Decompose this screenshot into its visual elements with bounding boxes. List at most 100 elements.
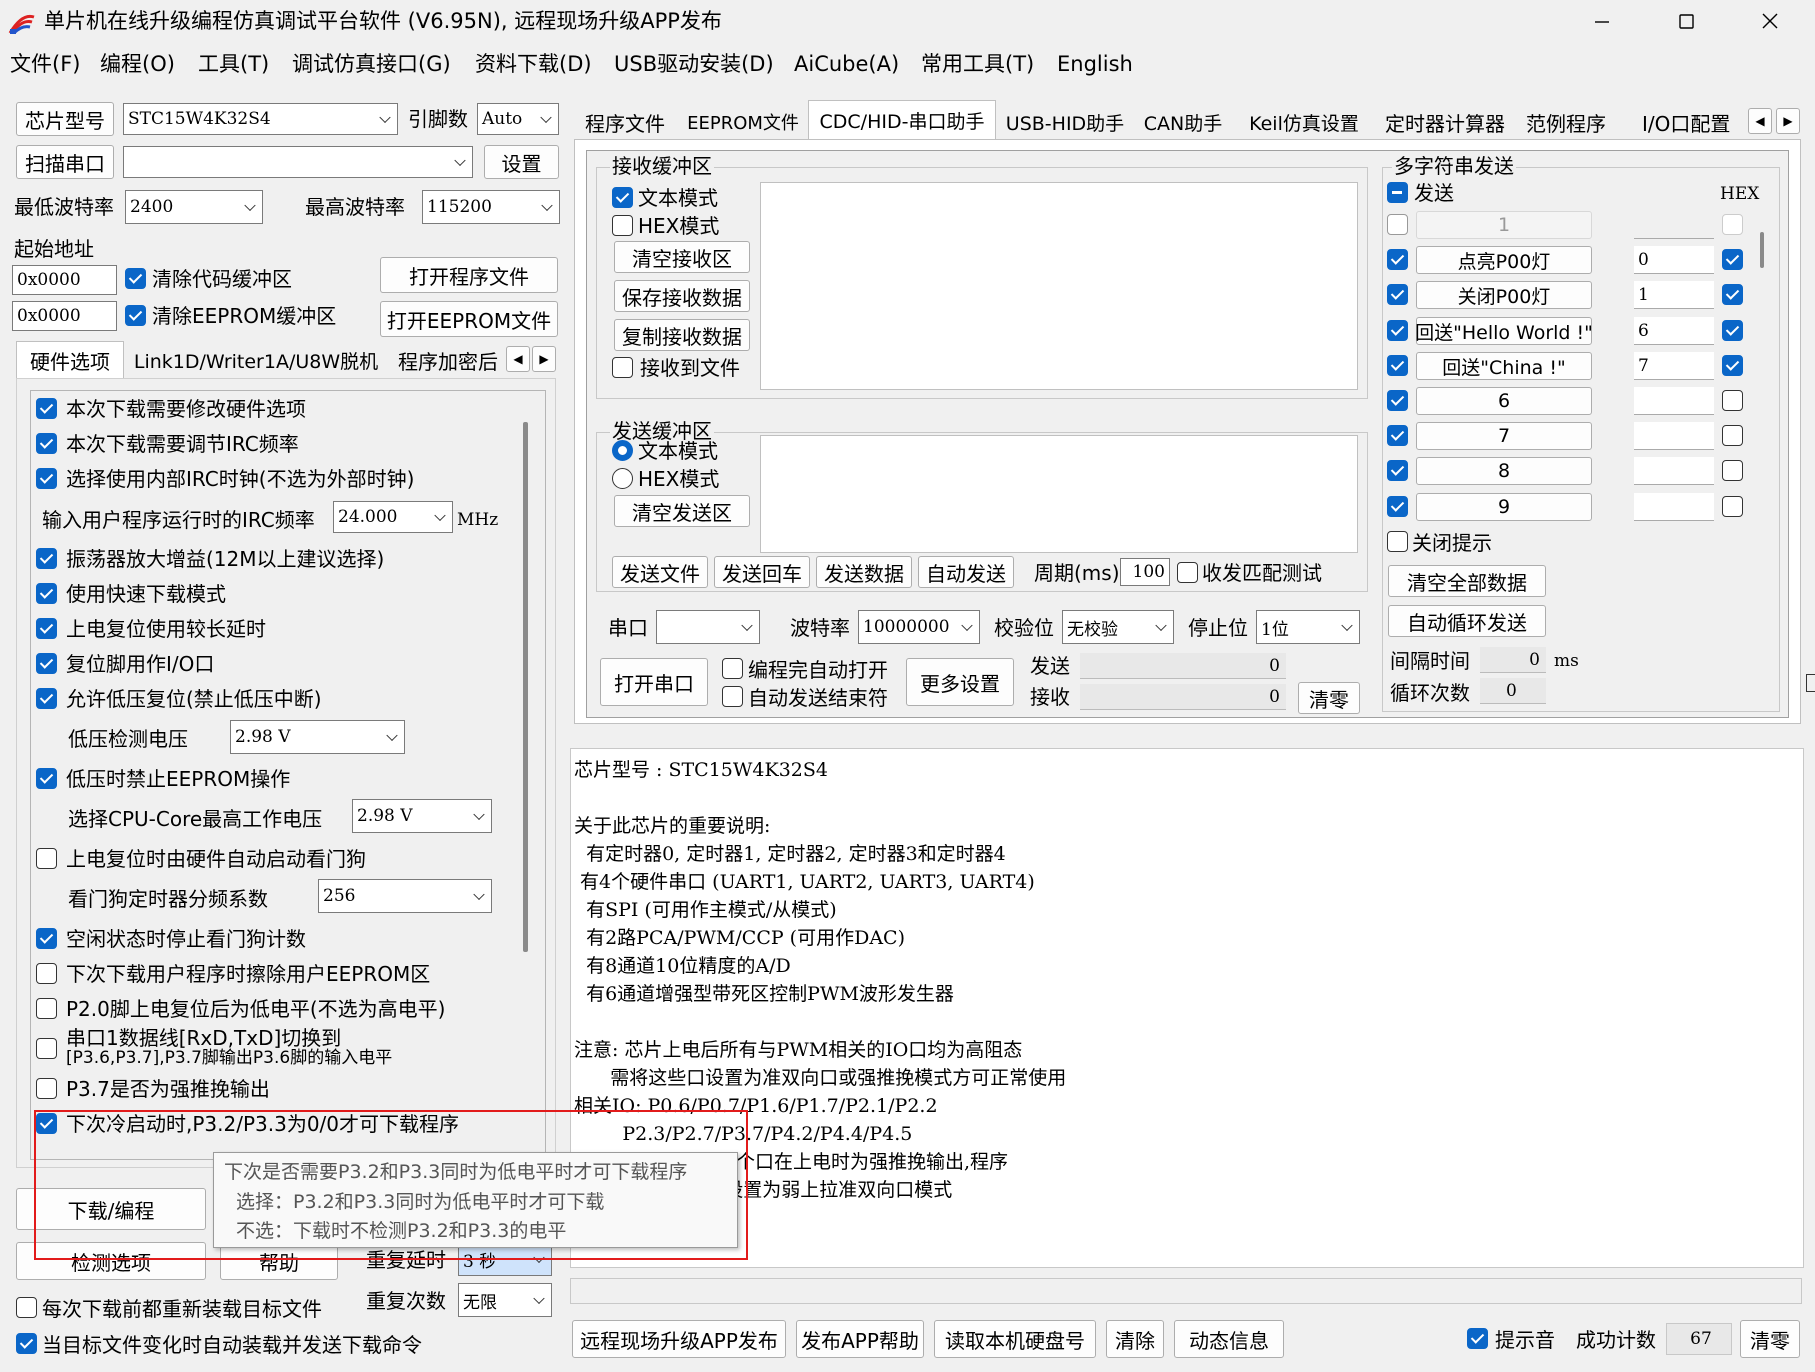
dynamic-info-button[interactable]: 动态信息 <box>1174 1320 1284 1358</box>
clear-eeprom-checkbox[interactable] <box>125 305 146 326</box>
multi-send-value-input[interactable] <box>1634 211 1714 239</box>
multi-send-button[interactable]: 7 <box>1416 422 1592 450</box>
open-port-button[interactable]: 打开串口 <box>600 658 708 706</box>
menu-common-tools[interactable]: 常用工具(T) <box>921 54 1034 75</box>
multi-send-checkbox[interactable] <box>1387 355 1408 376</box>
send-data-button[interactable]: 发送数据 <box>816 556 912 588</box>
multi-send-checkbox[interactable] <box>1387 390 1408 411</box>
open-program-file-button[interactable]: 打开程序文件 <box>380 257 558 293</box>
loop-count-field[interactable]: 0 <box>1480 678 1546 704</box>
baud-select[interactable]: 10000000 <box>858 610 980 644</box>
tab-timer-calc[interactable]: 定时器计算器 <box>1376 104 1514 140</box>
option-checkbox[interactable] <box>36 848 57 869</box>
auto-reload-checkbox[interactable] <box>16 1333 37 1354</box>
option-checkbox[interactable] <box>36 998 57 1019</box>
menu-debug[interactable]: 调试仿真接口(G) <box>292 54 451 75</box>
multi-hex-checkbox[interactable] <box>1722 425 1743 446</box>
auto-open-checkbox[interactable] <box>722 658 743 679</box>
multi-hex-checkbox[interactable] <box>1722 355 1743 376</box>
option-checkbox[interactable] <box>36 583 57 604</box>
stop-bits-select[interactable]: 1位 <box>1256 610 1360 644</box>
recv-hex-mode-checkbox[interactable] <box>612 215 633 236</box>
multi-hex-checkbox[interactable] <box>1722 496 1743 517</box>
clear-send-button[interactable]: 清空发送区 <box>614 495 750 527</box>
menu-usb-driver[interactable]: USB驱动安装(D) <box>614 54 774 75</box>
clear-receive-button[interactable]: 清空接收区 <box>614 241 750 273</box>
maximize-icon[interactable] <box>1677 12 1697 32</box>
clear-counts-button[interactable]: 清零 <box>1298 682 1360 714</box>
open-eeprom-file-button[interactable]: 打开EEPROM文件 <box>380 301 558 337</box>
settings-button[interactable]: 设置 <box>484 145 559 179</box>
multi-send-value-input[interactable]: 6 <box>1634 317 1714 345</box>
chip-type-button[interactable]: 芯片型号 <box>16 102 114 136</box>
multi-send-button[interactable]: 6 <box>1416 387 1592 415</box>
option-checkbox[interactable] <box>36 548 57 569</box>
option-checkbox[interactable] <box>36 768 57 789</box>
splitter-handle[interactable] <box>1806 674 1815 692</box>
multi-send-checkbox[interactable] <box>1387 214 1408 235</box>
tab-scroll-right-button[interactable]: ▶ <box>1776 108 1800 134</box>
send-cr-button[interactable]: 发送回车 <box>714 556 810 588</box>
tab-serial-assistant[interactable]: CDC/HID-串口助手 <box>808 100 996 140</box>
option-checkbox[interactable] <box>36 963 57 984</box>
read-disk-button[interactable]: 读取本机硬盘号 <box>934 1320 1096 1358</box>
tab-scroll-left-button[interactable]: ◀ <box>506 346 530 372</box>
cpu-voltage-select[interactable]: 2.98 V <box>352 799 492 833</box>
multi-string-scrollbar[interactable] <box>1760 232 1764 268</box>
irc-freq-select[interactable]: 24.000 <box>333 501 453 533</box>
tab-encryption[interactable]: 程序加密后 <box>388 342 506 378</box>
reload-each-checkbox[interactable] <box>16 1297 37 1318</box>
clear-info-button[interactable]: 清除 <box>1106 1320 1164 1358</box>
multi-send-value-input[interactable] <box>1634 422 1714 450</box>
option-checkbox[interactable] <box>36 618 57 639</box>
option-checkbox[interactable] <box>36 398 57 419</box>
send-hex-mode-radio[interactable] <box>612 468 633 489</box>
min-baud-select[interactable]: 2400 <box>125 190 263 224</box>
multi-send-value-input[interactable]: 0 <box>1634 246 1714 274</box>
multi-send-value-input[interactable]: 1 <box>1634 281 1714 309</box>
publish-help-button[interactable]: 发布APP帮助 <box>796 1320 924 1358</box>
pin-count-select[interactable]: Auto <box>477 103 559 135</box>
multi-send-checkbox[interactable] <box>1387 320 1408 341</box>
multi-hex-checkbox[interactable] <box>1722 320 1743 341</box>
tab-io-config[interactable]: I/O口配置 <box>1618 104 1750 140</box>
scan-port-button[interactable]: 扫描串口 <box>16 145 114 179</box>
send-file-button[interactable]: 发送文件 <box>612 556 708 588</box>
auto-send-button[interactable]: 自动发送 <box>918 556 1014 588</box>
multi-send-checkbox[interactable] <box>1387 460 1408 481</box>
menu-aicube[interactable]: AiCube(A) <box>794 54 899 75</box>
multi-hex-checkbox[interactable] <box>1722 284 1743 305</box>
multi-send-value-input[interactable] <box>1634 457 1714 485</box>
code-address-input[interactable]: 0x0000 <box>12 265 117 295</box>
interval-field[interactable]: 0 <box>1480 647 1546 673</box>
menu-program[interactable]: 编程(O) <box>100 54 175 75</box>
send-buffer-textarea[interactable] <box>760 435 1358 553</box>
multi-send-value-input[interactable] <box>1634 387 1714 415</box>
serial-port-select[interactable] <box>656 610 760 644</box>
tab-usb-hid[interactable]: USB-HID助手 <box>1000 104 1130 140</box>
clear-code-checkbox[interactable] <box>125 268 146 289</box>
close-icon[interactable] <box>1760 11 1780 31</box>
lvd-select[interactable]: 2.98 V <box>230 720 405 754</box>
more-settings-button[interactable]: 更多设置 <box>906 658 1014 706</box>
tab-scroll-right-button[interactable]: ▶ <box>532 346 556 372</box>
option-checkbox[interactable] <box>36 1078 57 1099</box>
multi-send-checkbox[interactable] <box>1387 284 1408 305</box>
auto-end-checkbox[interactable] <box>722 686 743 707</box>
multi-hex-checkbox[interactable] <box>1722 460 1743 481</box>
tab-hardware-options[interactable]: 硬件选项 <box>16 341 124 379</box>
multi-send-button[interactable]: 关闭P00灯 <box>1416 281 1592 309</box>
menu-tools[interactable]: 工具(T) <box>198 54 269 75</box>
option-checkbox[interactable] <box>36 433 57 454</box>
receive-buffer-textarea[interactable] <box>760 182 1358 390</box>
receive-to-file-checkbox[interactable] <box>612 357 633 378</box>
multi-hex-checkbox[interactable] <box>1722 390 1743 411</box>
multi-hex-checkbox[interactable] <box>1722 214 1743 235</box>
multi-send-button[interactable]: 回送"Hello World !" <box>1415 317 1593 345</box>
multi-hex-checkbox[interactable] <box>1722 249 1743 270</box>
parity-select[interactable]: 无校验 <box>1062 610 1174 644</box>
menu-downloads[interactable]: 资料下载(D) <box>475 54 592 75</box>
menu-english[interactable]: English <box>1057 54 1133 75</box>
option-checkbox[interactable] <box>36 928 57 949</box>
recv-text-mode-checkbox[interactable] <box>612 187 633 208</box>
